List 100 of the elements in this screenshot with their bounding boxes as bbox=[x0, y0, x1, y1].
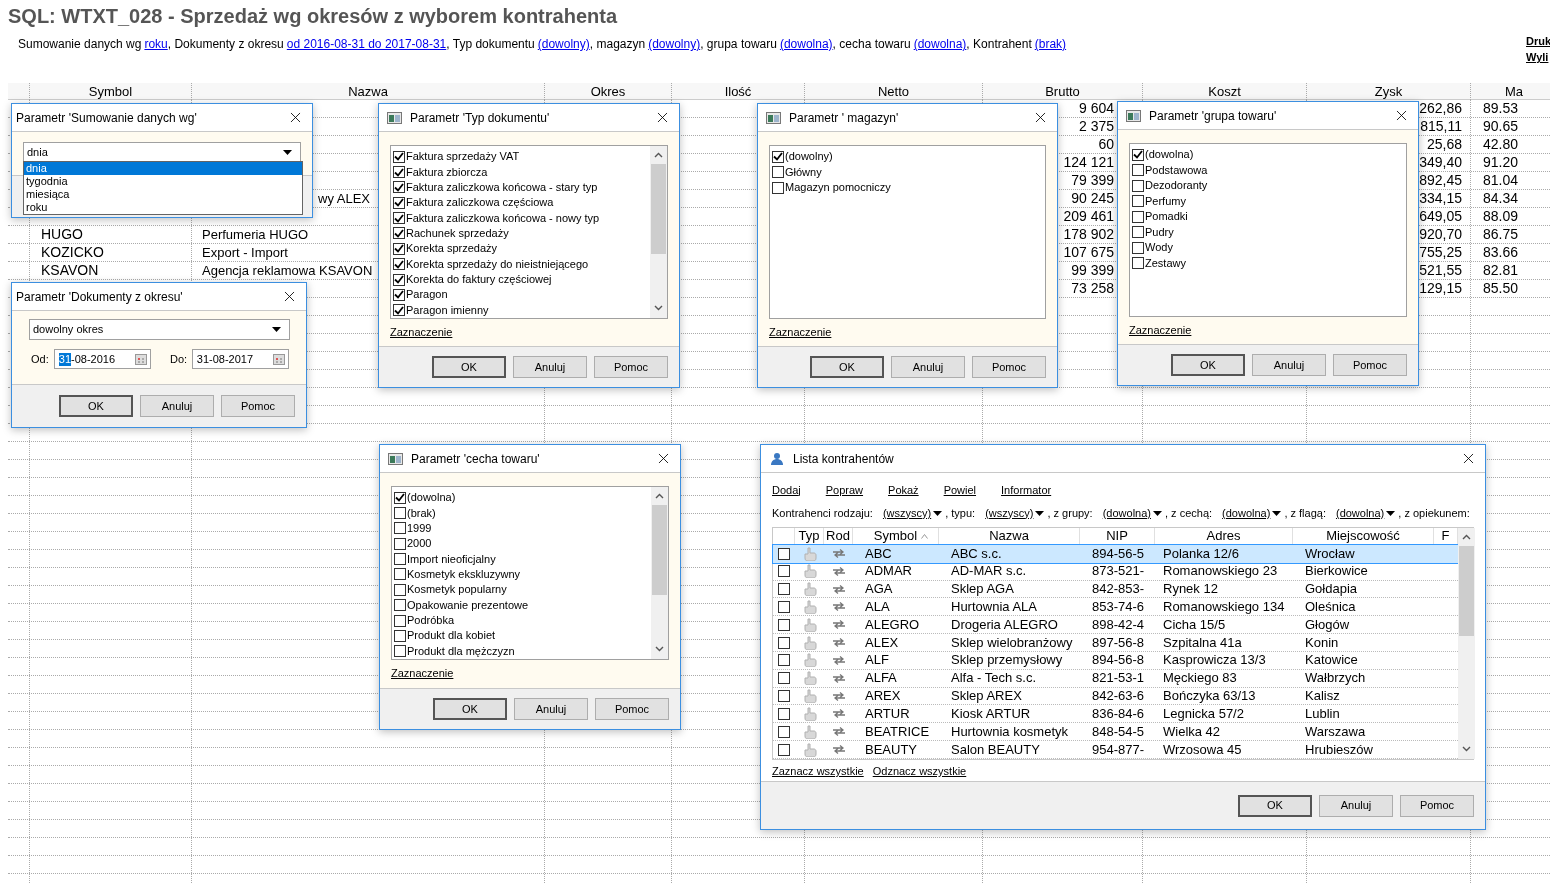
table-row[interactable]: AREX Sklep AREX 842-63-6 Bończyka 63/13 Kalisz bbox=[773, 687, 1458, 706]
filter-dropdown[interactable]: (wszyscy) bbox=[985, 504, 1045, 522]
scrollbar[interactable] bbox=[650, 146, 667, 318]
checklist-item-label[interactable]: Wody bbox=[1145, 241, 1173, 255]
checklist-item-label[interactable]: (dowolna) bbox=[1145, 148, 1194, 162]
checklist-item-label[interactable]: Zestawy bbox=[1145, 256, 1186, 270]
checklist-item-label[interactable]: (dowolna) bbox=[407, 491, 456, 505]
dialog-button[interactable]: OK bbox=[433, 698, 507, 720]
checkbox[interactable] bbox=[1132, 241, 1144, 254]
checkbox[interactable] bbox=[778, 672, 790, 685]
selection-link[interactable]: Zaznaczenie bbox=[391, 665, 454, 682]
checkbox[interactable] bbox=[778, 654, 790, 667]
checkbox[interactable] bbox=[778, 743, 790, 756]
dialog-button[interactable]: Anuluj bbox=[1252, 354, 1326, 376]
checkbox[interactable] bbox=[778, 565, 790, 578]
table-row[interactable]: BEATRICE Hurtownia kosmetyk 848-54-5 Wielka 42 Warszawa bbox=[773, 723, 1458, 742]
checklist-item-label[interactable]: (brak) bbox=[407, 506, 436, 520]
checkbox[interactable] bbox=[393, 227, 405, 240]
checkbox[interactable] bbox=[394, 599, 406, 612]
dialog-button[interactable]: Anuluj bbox=[513, 356, 587, 378]
checkbox[interactable] bbox=[394, 629, 406, 642]
filter-dropdown[interactable]: (dowolna) bbox=[1102, 504, 1162, 522]
toolbar-link[interactable]: Informator bbox=[1001, 481, 1052, 499]
checkbox[interactable] bbox=[772, 166, 784, 179]
checkbox[interactable] bbox=[394, 568, 406, 581]
table-row[interactable]: ADMAR AD-MAR s.c. 873-521- Romanowskiego 23 Bierkowice bbox=[773, 562, 1458, 581]
checklist-item-label[interactable]: Rachunek sprzedaży bbox=[406, 226, 509, 240]
checklist-item-label[interactable]: Paragon imienny bbox=[406, 303, 489, 317]
dialog-button[interactable]: OK bbox=[810, 356, 884, 378]
checklist-item-label[interactable]: Pudry bbox=[1145, 225, 1174, 239]
checklist-item-label[interactable]: Produkt dla mężczyzn bbox=[407, 644, 515, 658]
checkbox[interactable] bbox=[1132, 195, 1144, 208]
param-link[interactable]: roku bbox=[144, 35, 168, 53]
checkbox[interactable] bbox=[393, 181, 405, 194]
checklist-item-label[interactable]: Magazyn pomocniczy bbox=[785, 181, 891, 195]
param-link[interactable]: (brak) bbox=[1034, 35, 1067, 53]
dialog-button[interactable]: Pomoc bbox=[1333, 354, 1407, 376]
checkbox[interactable] bbox=[394, 583, 406, 596]
checkbox[interactable] bbox=[778, 636, 790, 649]
checklist-item-label[interactable]: Podróbka bbox=[407, 614, 455, 628]
checklist-item-label[interactable]: Kosmetyk ekskluzywny bbox=[407, 567, 521, 581]
column-header[interactable]: Nazwa bbox=[192, 83, 545, 100]
checklist-item-label[interactable]: 2000 bbox=[407, 537, 432, 551]
checklist-item-label[interactable]: Podstawowa bbox=[1145, 163, 1208, 177]
dialog-button[interactable]: Anuluj bbox=[140, 395, 214, 417]
selection-link[interactable]: Odznacz wszystkie bbox=[872, 763, 967, 780]
table-row[interactable]: ABC ABC s.c. 894-56-5 Polanka 12/6 Wrocław bbox=[773, 545, 1458, 563]
dropdown-field[interactable]: dnia bbox=[23, 142, 301, 162]
scrollbar[interactable] bbox=[1458, 528, 1475, 759]
dropdown-option[interactable]: roku bbox=[24, 201, 302, 214]
checkbox[interactable] bbox=[393, 166, 405, 179]
dropdown-option[interactable]: dnia bbox=[24, 162, 302, 175]
dialog-button[interactable]: Pomoc bbox=[221, 395, 295, 417]
checkbox[interactable] bbox=[393, 288, 405, 301]
toolbar-link[interactable]: Popraw bbox=[825, 481, 864, 499]
table-row[interactable]: ALFA Alfa - Tech s.c. 821-53-1 Męckiego 83 Wałbrzych bbox=[773, 669, 1458, 688]
toolbar-link[interactable]: Pokaż bbox=[888, 481, 919, 499]
checkbox[interactable] bbox=[393, 196, 405, 209]
checkbox[interactable] bbox=[394, 522, 406, 535]
checkbox[interactable] bbox=[1132, 148, 1144, 161]
checkbox[interactable] bbox=[393, 273, 405, 286]
column-header[interactable]: Symbol bbox=[30, 83, 192, 100]
checkbox[interactable] bbox=[393, 242, 405, 255]
column-header[interactable]: Ma bbox=[1471, 83, 1550, 100]
calendar-icon[interactable] bbox=[135, 353, 147, 365]
param-link[interactable]: (dowolny) bbox=[537, 35, 590, 53]
checkbox[interactable] bbox=[778, 690, 790, 703]
checkbox[interactable] bbox=[778, 618, 790, 631]
dialog-button[interactable]: Anuluj bbox=[514, 698, 588, 720]
toolbar-link[interactable]: Dodaj bbox=[772, 481, 801, 499]
filter-dropdown[interactable]: (wszyscy) bbox=[882, 504, 943, 522]
checklist-item-label[interactable]: Korekta do faktury częściowej bbox=[406, 273, 552, 287]
column-header[interactable]: Koszt bbox=[1143, 83, 1307, 100]
table-row[interactable]: AGA Sklep AGA 842-853- Rynek 12 Gołdapia bbox=[773, 580, 1458, 599]
table-row[interactable]: ALEX Sklep wielobranżowy 897-56-8 Szpitalna 41a Konin bbox=[773, 634, 1458, 652]
checklist-item-label[interactable]: Opakowanie prezentowe bbox=[407, 598, 529, 612]
table-row[interactable]: ALA Hurtownia ALA 853-74-6 Romanowskiego 134 Oleśnica bbox=[773, 598, 1458, 617]
dropdown-option[interactable]: miesiąca bbox=[24, 188, 302, 201]
checklist-item-label[interactable]: Perfumy bbox=[1145, 194, 1186, 208]
checklist-item-label[interactable]: Korekta sprzedaży do nieistniejącego bbox=[406, 257, 589, 271]
checkbox[interactable] bbox=[772, 181, 784, 194]
checkbox[interactable] bbox=[1132, 164, 1144, 177]
filter-dropdown[interactable]: (dowolna) bbox=[1222, 504, 1282, 522]
dialog-button[interactable]: OK bbox=[59, 395, 133, 417]
dropdown-option[interactable]: tygodnia bbox=[24, 175, 302, 188]
checklist-item-label[interactable]: Faktura zaliczkowa częściowa bbox=[406, 196, 554, 210]
table-row[interactable]: ALEGRO Drogeria ALEGRO 898-42-4 Cicha 15/5 Głogów bbox=[773, 616, 1458, 635]
checklist-item-label[interactable]: Faktura zaliczkowa końcowa - nowy typ bbox=[406, 211, 600, 225]
checkbox[interactable] bbox=[394, 507, 406, 520]
checkbox[interactable] bbox=[393, 258, 405, 271]
table-row[interactable]: ALF Sklep przemysłowy 894-56-8 Kasprowicza 13/3 Katowice bbox=[773, 651, 1458, 670]
checklist-item-label[interactable]: Faktura zbiorcza bbox=[406, 165, 488, 179]
checkbox[interactable] bbox=[1132, 210, 1144, 223]
selection-link[interactable]: Zaznacz wszystkie bbox=[772, 763, 864, 780]
checklist-item-label[interactable]: (dowolny) bbox=[785, 150, 833, 164]
checklist-item-label[interactable]: Korekta sprzedaży bbox=[406, 242, 498, 256]
toolbar-link[interactable]: Powiel bbox=[943, 481, 977, 499]
checkbox[interactable] bbox=[393, 212, 405, 225]
checklist-item-label[interactable]: Paragon bbox=[406, 288, 448, 302]
checkbox[interactable] bbox=[394, 553, 406, 566]
